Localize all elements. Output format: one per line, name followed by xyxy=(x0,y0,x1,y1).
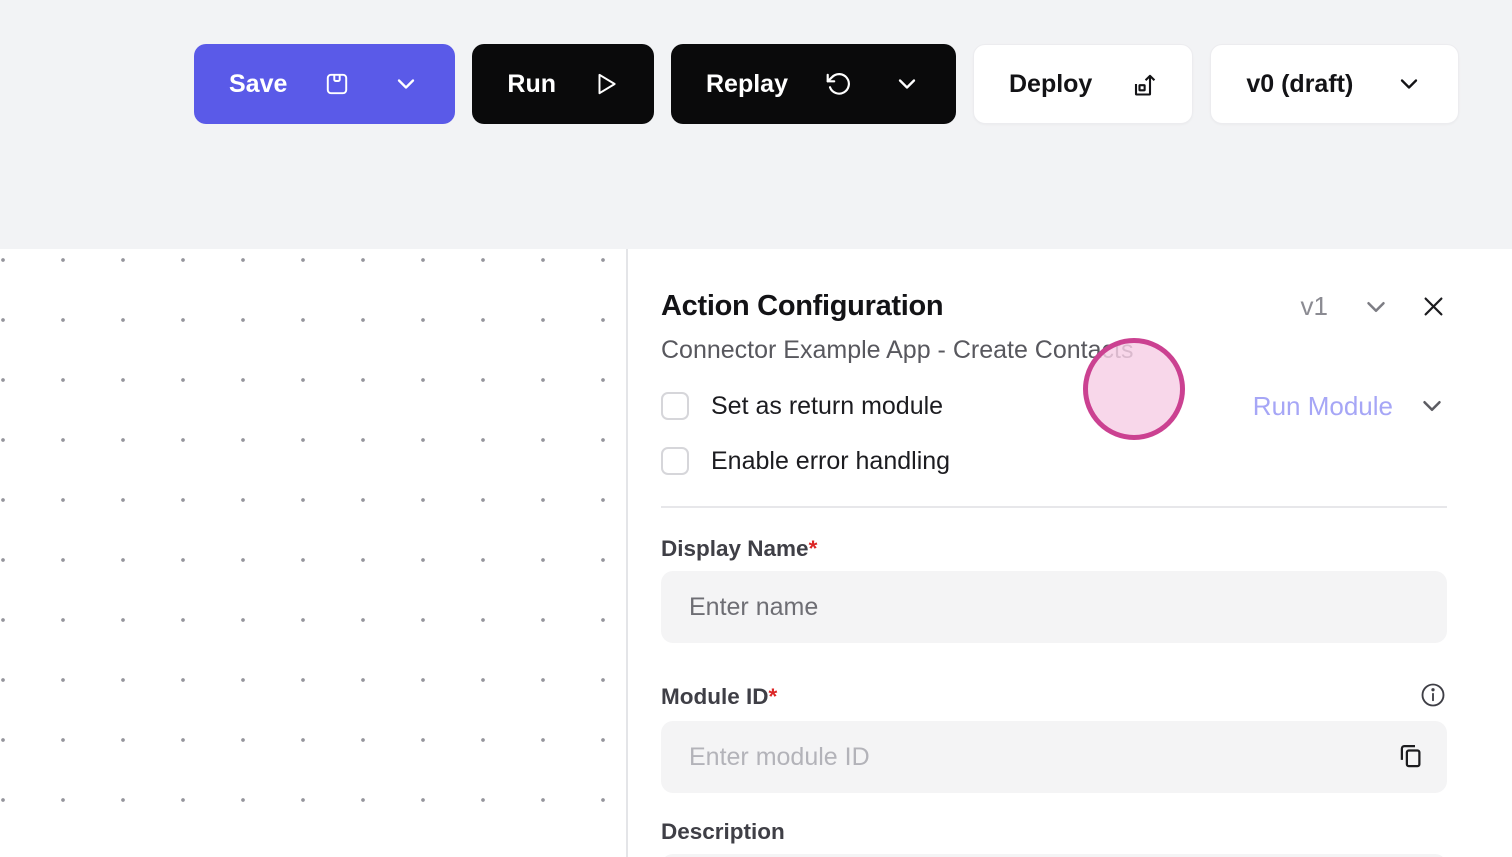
run-module-label: Run Module xyxy=(1252,390,1393,421)
workflow-canvas[interactable] xyxy=(0,249,628,857)
panel-subtitle: Connector Example App - Create Contacts xyxy=(661,336,1134,364)
section-divider xyxy=(661,506,1447,508)
copy-icon xyxy=(1395,741,1425,774)
set-as-return-module-checkbox[interactable] xyxy=(661,392,689,420)
enable-error-handling-checkbox[interactable] xyxy=(661,447,689,475)
enable-error-handling-label: Enable error handling xyxy=(711,446,951,475)
set-as-return-module-label: Set as return module xyxy=(711,391,944,420)
run-button-label: Run xyxy=(507,69,556,98)
panel-header: Action Configuration v1 xyxy=(661,290,1447,323)
description-label-row: Description xyxy=(661,819,1447,845)
save-dropdown-chevron[interactable] xyxy=(392,70,420,98)
publish-icon xyxy=(1129,70,1157,98)
main-area: Action Configuration v1 Connector Exampl… xyxy=(0,249,1512,857)
panel-version-label: v1 xyxy=(1300,291,1328,321)
description-label: Description xyxy=(661,819,785,844)
play-icon xyxy=(593,71,619,97)
save-button-label: Save xyxy=(229,69,288,98)
action-configuration-panel: Action Configuration v1 Connector Exampl… xyxy=(628,249,1512,857)
deploy-button[interactable]: Deploy xyxy=(972,44,1194,124)
module-id-input[interactable] xyxy=(661,721,1447,793)
toolbar-button-group: Save Run Replay Deploy v0 (draft) xyxy=(194,44,1460,124)
replay-button[interactable]: Replay xyxy=(671,44,956,124)
save-icon xyxy=(324,71,350,97)
required-marker: * xyxy=(808,536,818,561)
module-id-copy-button[interactable] xyxy=(1391,737,1429,778)
module-id-label-row: Module ID* xyxy=(661,681,1447,712)
save-button[interactable]: Save xyxy=(194,44,456,124)
module-id-info-button[interactable] xyxy=(1419,681,1447,712)
version-select-button[interactable]: v0 (draft) xyxy=(1210,44,1460,124)
version-select-label: v0 (draft) xyxy=(1246,69,1354,98)
rotate-ccw-icon xyxy=(825,71,851,97)
enable-error-handling-row: Enable error handling xyxy=(661,446,1447,476)
close-icon[interactable] xyxy=(1420,293,1447,320)
display-name-label: Display Name* xyxy=(661,536,818,561)
display-name-label-row: Display Name* xyxy=(661,536,1447,562)
version-select-chevron xyxy=(1395,70,1423,98)
replay-dropdown-chevron[interactable] xyxy=(893,70,921,98)
run-module-chevron xyxy=(1417,391,1447,421)
replay-button-label: Replay xyxy=(706,69,788,98)
display-name-input[interactable] xyxy=(661,571,1447,643)
set-as-return-module-row: Set as return module Run Module xyxy=(661,391,1447,421)
deploy-button-label: Deploy xyxy=(1008,69,1093,98)
required-marker: * xyxy=(768,683,778,709)
panel-version-chevron[interactable] xyxy=(1361,292,1391,322)
module-id-input-wrap xyxy=(661,721,1447,793)
display-name-input-wrap xyxy=(661,571,1447,643)
run-button[interactable]: Run xyxy=(472,44,654,124)
top-toolbar: Save Run Replay Deploy v0 (draft) xyxy=(0,0,1512,249)
run-module-dropdown[interactable]: Run Module xyxy=(1253,391,1447,422)
panel-title: Action Configuration xyxy=(661,290,944,322)
module-id-label: Module ID* xyxy=(661,683,778,709)
info-icon xyxy=(1419,681,1447,712)
